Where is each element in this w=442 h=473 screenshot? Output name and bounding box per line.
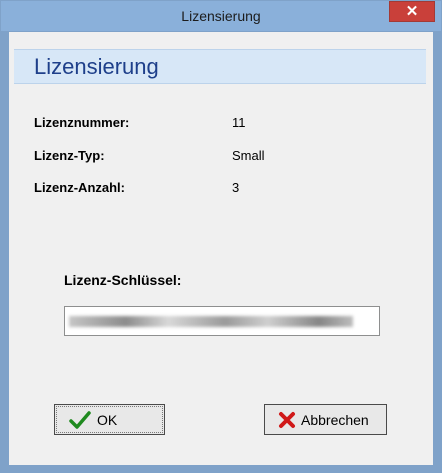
window-title: Lizensierung — [181, 8, 261, 24]
license-key-input[interactable] — [64, 306, 380, 336]
ok-button-label: OK — [97, 412, 118, 428]
title-bar[interactable]: Lizensierung ✕ — [1, 1, 441, 31]
page-title: Lizensierung — [34, 54, 159, 79]
license-type-label: Lizenz-Typ: — [34, 148, 105, 163]
cancel-button-label: Abbrechen — [301, 412, 369, 428]
license-type-value: Small — [232, 148, 265, 163]
close-button[interactable]: ✕ — [389, 1, 435, 22]
license-count-label: Lizenz-Anzahl: — [34, 180, 125, 195]
close-icon: ✕ — [405, 3, 419, 20]
header-banner: Lizensierung — [14, 49, 426, 84]
ok-button[interactable]: OK — [54, 404, 165, 435]
license-key-label: Lizenz-Schlüssel: — [64, 272, 182, 288]
license-count-value: 3 — [232, 180, 240, 195]
license-number-label: Lizenznummer: — [34, 115, 130, 130]
cancel-button[interactable]: Abbrechen — [264, 404, 387, 435]
dialog-client-area — [9, 32, 433, 465]
red-x-icon — [279, 412, 295, 428]
license-key-redacted-value — [69, 316, 353, 327]
license-number-value: 11 — [232, 115, 246, 130]
checkmark-icon — [69, 411, 91, 429]
